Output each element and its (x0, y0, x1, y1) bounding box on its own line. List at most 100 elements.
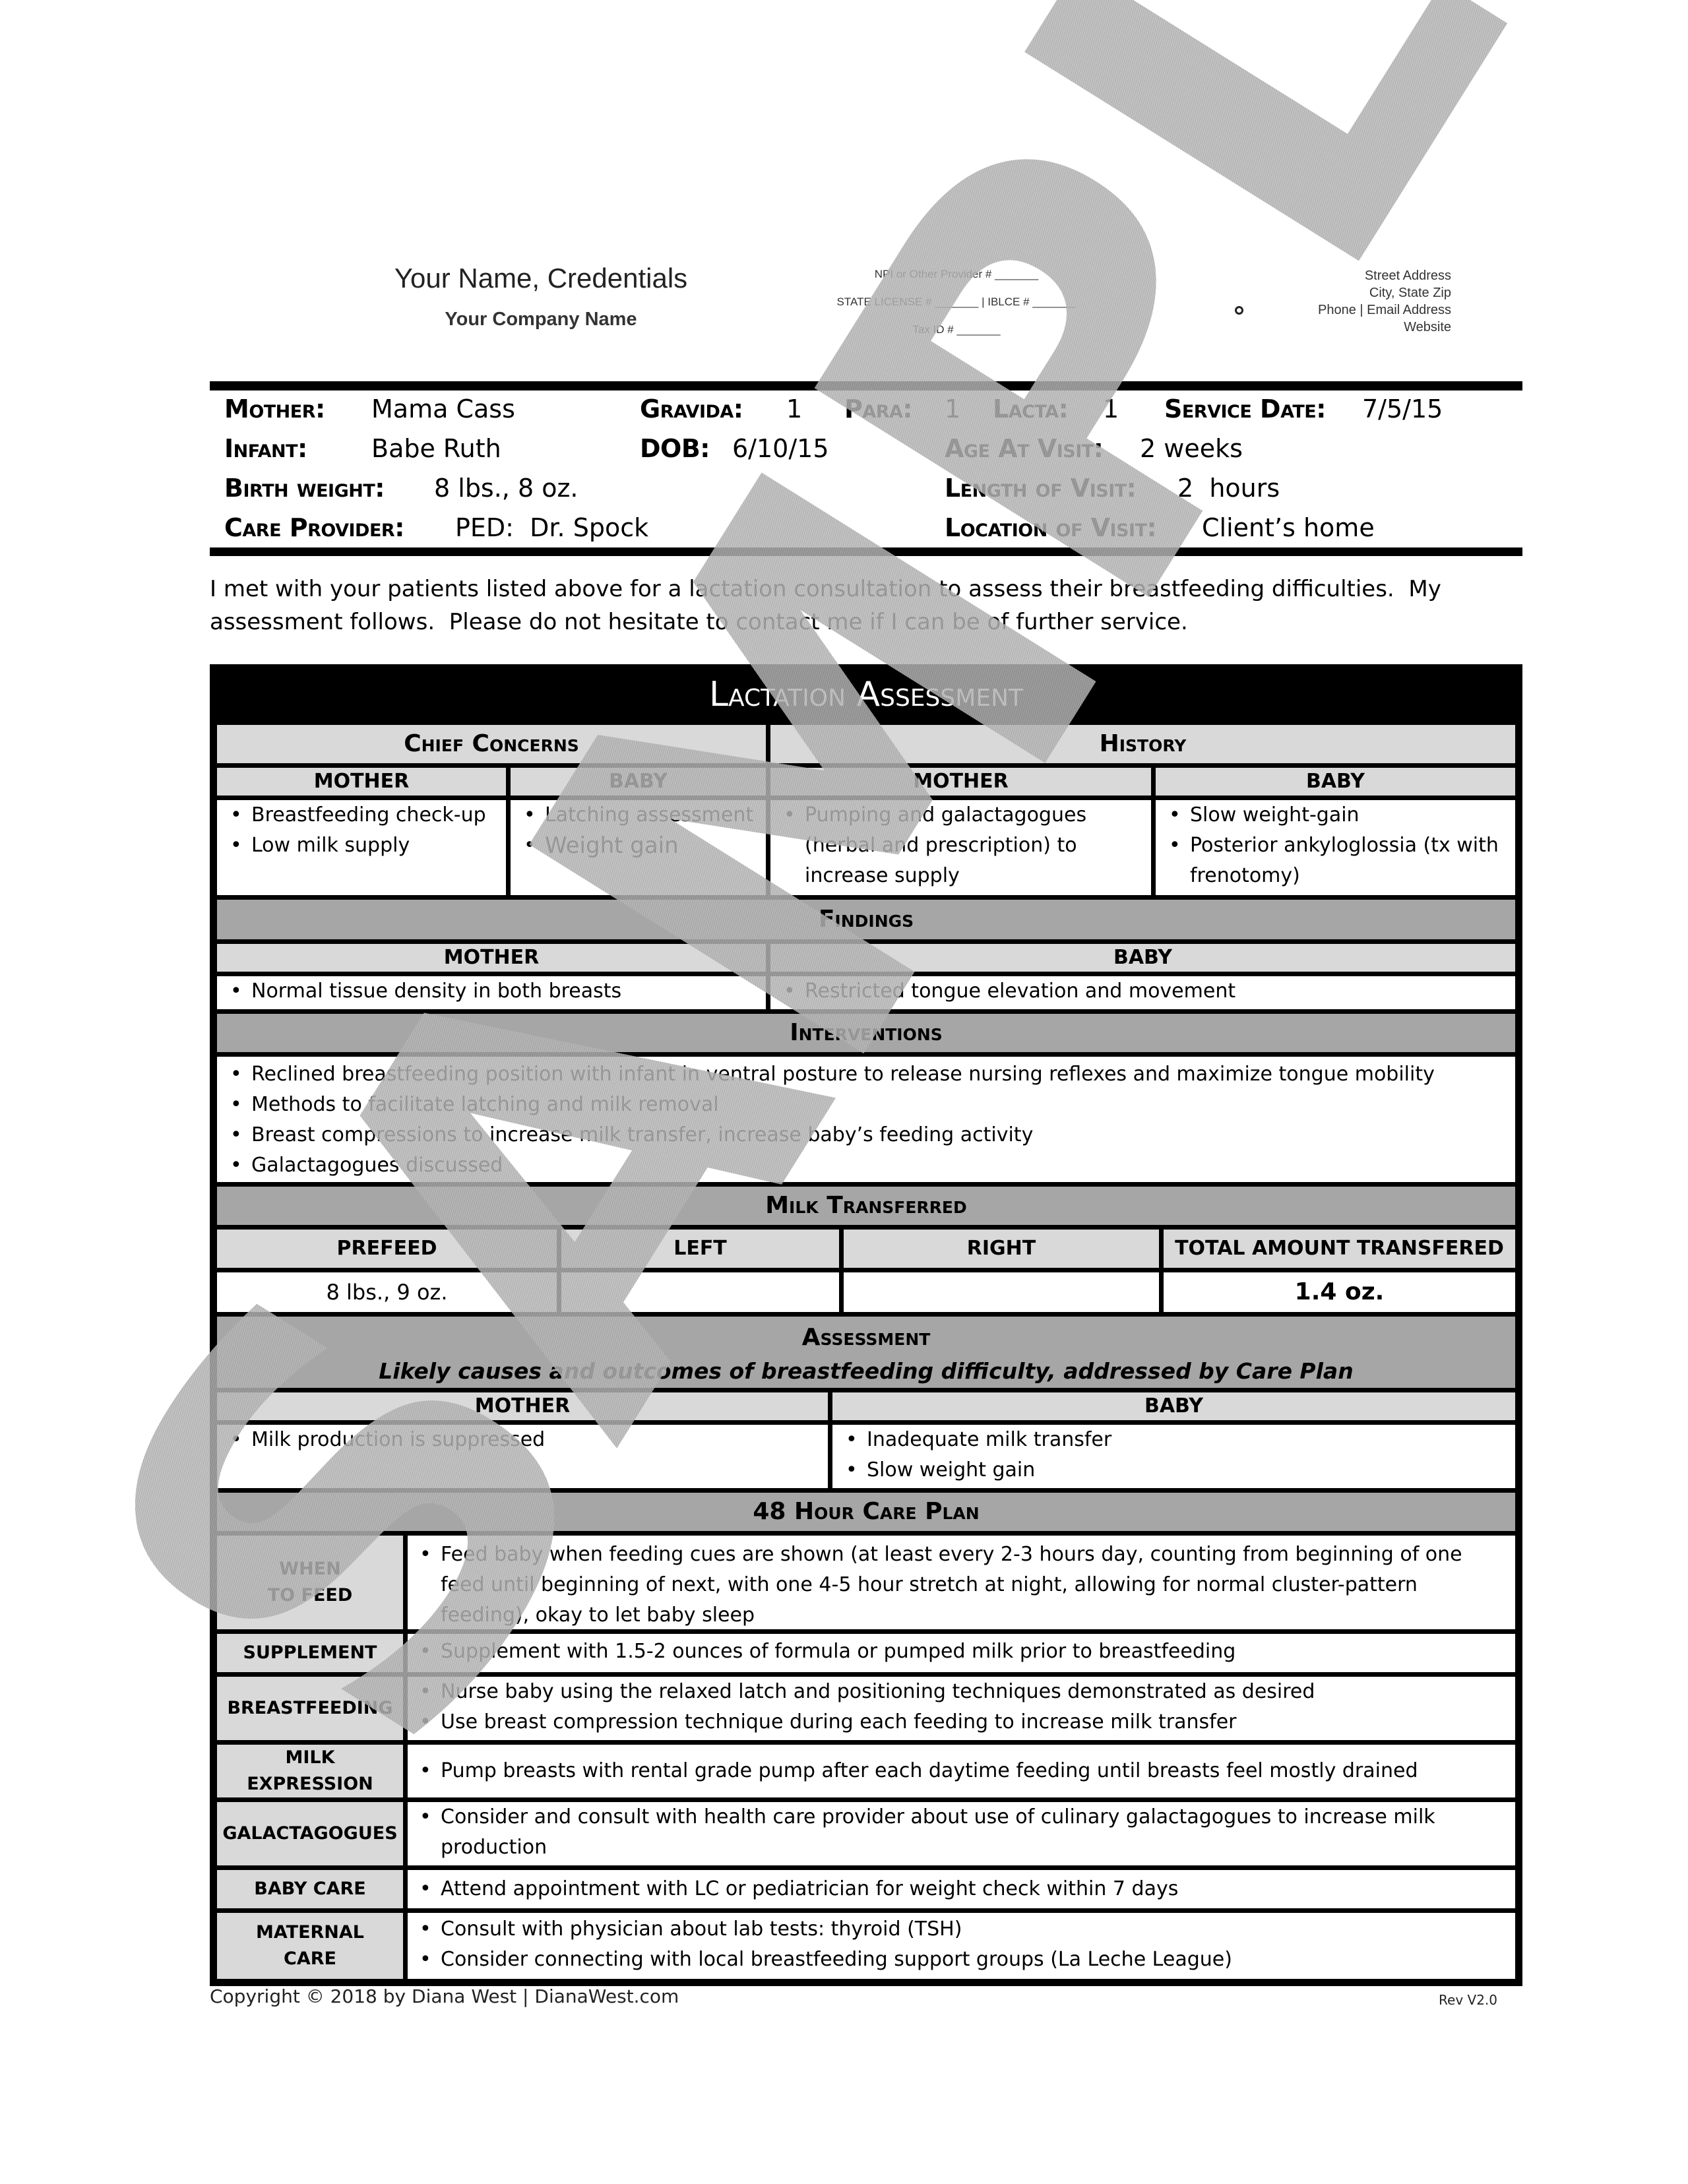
length-value: 2 hours (1177, 474, 1280, 503)
care-plan-label: MATERNAL CARE (217, 1913, 403, 1979)
tax-id-line: Tax ID # _______ (912, 323, 1001, 336)
history-header: History (770, 725, 1515, 763)
list-item: Consider connecting with local breastfee… (416, 1945, 1507, 1975)
intro-paragraph: I met with your patients listed above fo… (210, 576, 1449, 635)
city-state-zip: City, State Zip (1369, 286, 1451, 300)
top-rule (210, 381, 1522, 390)
milk-transferred-header: Milk Transferred (217, 1187, 1515, 1225)
assessment-mother-header: MOTHER (217, 1392, 828, 1420)
care-plan-label: WHEN TO FEED (217, 1536, 403, 1629)
para-value: 1 (945, 394, 960, 423)
list-item: Supplement with 1.5-2 ounces of formula … (416, 1637, 1507, 1667)
infant-name: Babe Ruth (371, 434, 501, 463)
care-plan-text: Nurse baby using the relaxed latch and p… (408, 1677, 1515, 1740)
list-item: Methods to facilitate latching and milk … (226, 1090, 1506, 1120)
interventions-header: Interventions (217, 1014, 1515, 1052)
findings-baby-header: BABY (770, 944, 1515, 972)
mother-field: Mother: (224, 394, 325, 423)
care-plan-text: Pump breasts with rental grade pump afte… (408, 1745, 1515, 1797)
list-item: Pump breasts with rental grade pump afte… (416, 1756, 1418, 1786)
provider-name: Your Name, Credentials (394, 263, 688, 294)
assessment-mother-list: Milk production is suppressed (217, 1425, 828, 1488)
list-item: Latching assessment (520, 800, 757, 830)
care-plan-header: 48 Hour Care Plan (217, 1493, 1515, 1531)
care-plan-row: BREASTFEEDING Nurse baby using the relax… (217, 1677, 1515, 1740)
dob: 6/10/15 (732, 434, 829, 463)
cc-mother-list: Breastfeeding check-up Low milk supply (217, 800, 506, 895)
lacta-label: Lacta: (993, 394, 1069, 423)
prefeed-value: 8 lbs., 9 oz. (217, 1272, 557, 1312)
cc-mother-header: MOTHER (217, 768, 506, 796)
list-item: Consult with physician about lab tests: … (416, 1914, 1507, 1945)
care-plan-row: MILK EXPRESSION Pump breasts with rental… (217, 1745, 1515, 1797)
list-item: Milk production is suppressed (226, 1425, 819, 1455)
history-baby-header: BABY (1156, 768, 1515, 796)
lacta-number: 1 (1103, 394, 1119, 423)
list-item: Slow weight gain (842, 1455, 1506, 1485)
length-label: Length of Visit: (945, 474, 1137, 503)
list-item: Nurse baby using the relaxed latch and p… (416, 1677, 1507, 1707)
revision: Rev V2.0 (1439, 1992, 1497, 2008)
length-field: Length of Visit: (945, 474, 1137, 503)
location-value: Client’s home (1202, 513, 1375, 542)
care-provider: PED: Dr. Spock (455, 513, 649, 542)
age-field: Age At Visit: (945, 434, 1104, 463)
lacta-field: Lacta: (993, 394, 1069, 423)
dob-field: DOB: (640, 434, 710, 463)
care-provider-field: Care Provider: (224, 513, 404, 542)
website: Website (1404, 320, 1451, 334)
prefeed-header: PREFEED (217, 1230, 557, 1268)
list-item: Inadequate milk transfer (842, 1425, 1506, 1455)
total-value: 1.4 oz. (1164, 1272, 1515, 1312)
list-item: Posterior ankyloglossia (tx with frenoto… (1165, 830, 1506, 891)
findings-mother-list: Normal tissue density in both breasts (217, 976, 766, 1009)
list-item: Slow weight-gain (1165, 800, 1506, 830)
care-plan-row: SUPPLEMENT Supplement with 1.5-2 ounces … (217, 1634, 1515, 1672)
interventions-list: Reclined breastfeeding position with inf… (217, 1057, 1515, 1182)
right-value (844, 1272, 1159, 1312)
location-field: Location of Visit: (945, 513, 1157, 542)
list-item: Use breast compression technique during … (416, 1707, 1507, 1737)
right-header: RIGHT (844, 1230, 1159, 1268)
list-item: Low milk supply (226, 830, 497, 861)
para-label: Para: (844, 394, 913, 423)
bottom-rule (210, 547, 1522, 556)
para-number: 1 (945, 394, 961, 423)
care-plan-label: GALACTAGOGUES (217, 1802, 403, 1865)
care-plan-row: GALACTAGOGUES Consider and consult with … (217, 1802, 1515, 1865)
gravida-number: 1 (786, 394, 803, 423)
findings-header: Findings (217, 900, 1515, 939)
left-value (561, 1272, 839, 1312)
age-value: 2 weeks (1140, 434, 1243, 463)
care-plan-row: MATERNAL CARE Consult with physician abo… (217, 1913, 1515, 1979)
cc-baby-header: BABY (511, 768, 766, 796)
list-item: Pumping and galactagogues (herbal and pr… (780, 800, 1142, 891)
mother-value: Mama Cass (371, 394, 515, 423)
mother-label: Mother: (224, 394, 325, 423)
list-item: Attend appointment with LC or pediatrici… (416, 1874, 1507, 1904)
assessment-baby-list: Inadequate milk transfer Slow weight gai… (832, 1425, 1515, 1488)
list-item: Normal tissue density in both breasts (226, 976, 757, 1007)
company-name: Your Company Name (445, 309, 637, 330)
para-field: Para: (844, 394, 913, 423)
assessment-header-block: Assessment Likely causes and outcomes of… (217, 1317, 1515, 1388)
history-mother-list: Pumping and galactagogues (herbal and pr… (770, 800, 1151, 895)
gravida-value: 1 (786, 394, 802, 423)
service-date-value: 7/5/15 (1362, 394, 1443, 423)
cc-baby-list: Latching assessment Weight gain (511, 800, 766, 895)
care-provider-value: PED: Dr. Spock (455, 513, 648, 542)
gravida-label: Gravida: (640, 394, 743, 423)
assessment-header: Assessment (801, 1324, 931, 1351)
list-item: Feed baby when feeding cues are shown (a… (416, 1540, 1507, 1631)
assessment-subtitle: Likely causes and outcomes of breastfeed… (379, 1358, 1354, 1384)
npi-line: NPI or Other Provider # _______ (874, 268, 1039, 280)
license-line: STATE LICENSE # _______ | IBLCE # ______… (836, 296, 1077, 308)
care-plan-text: Consider and consult with health care pr… (408, 1802, 1515, 1865)
care-plan-text: Feed baby when feeding cues are shown (a… (408, 1536, 1515, 1629)
assessment-baby-header: BABY (832, 1392, 1515, 1420)
care-plan-text: Attend appointment with LC or pediatrici… (408, 1870, 1515, 1908)
findings-mother-header: MOTHER (217, 944, 766, 972)
list-item: Restricted tongue elevation and movement (780, 976, 1506, 1007)
care-plan-row: WHEN TO FEED Feed baby when feeding cues… (217, 1536, 1515, 1629)
location-of-visit: Client’s home (1202, 513, 1375, 542)
